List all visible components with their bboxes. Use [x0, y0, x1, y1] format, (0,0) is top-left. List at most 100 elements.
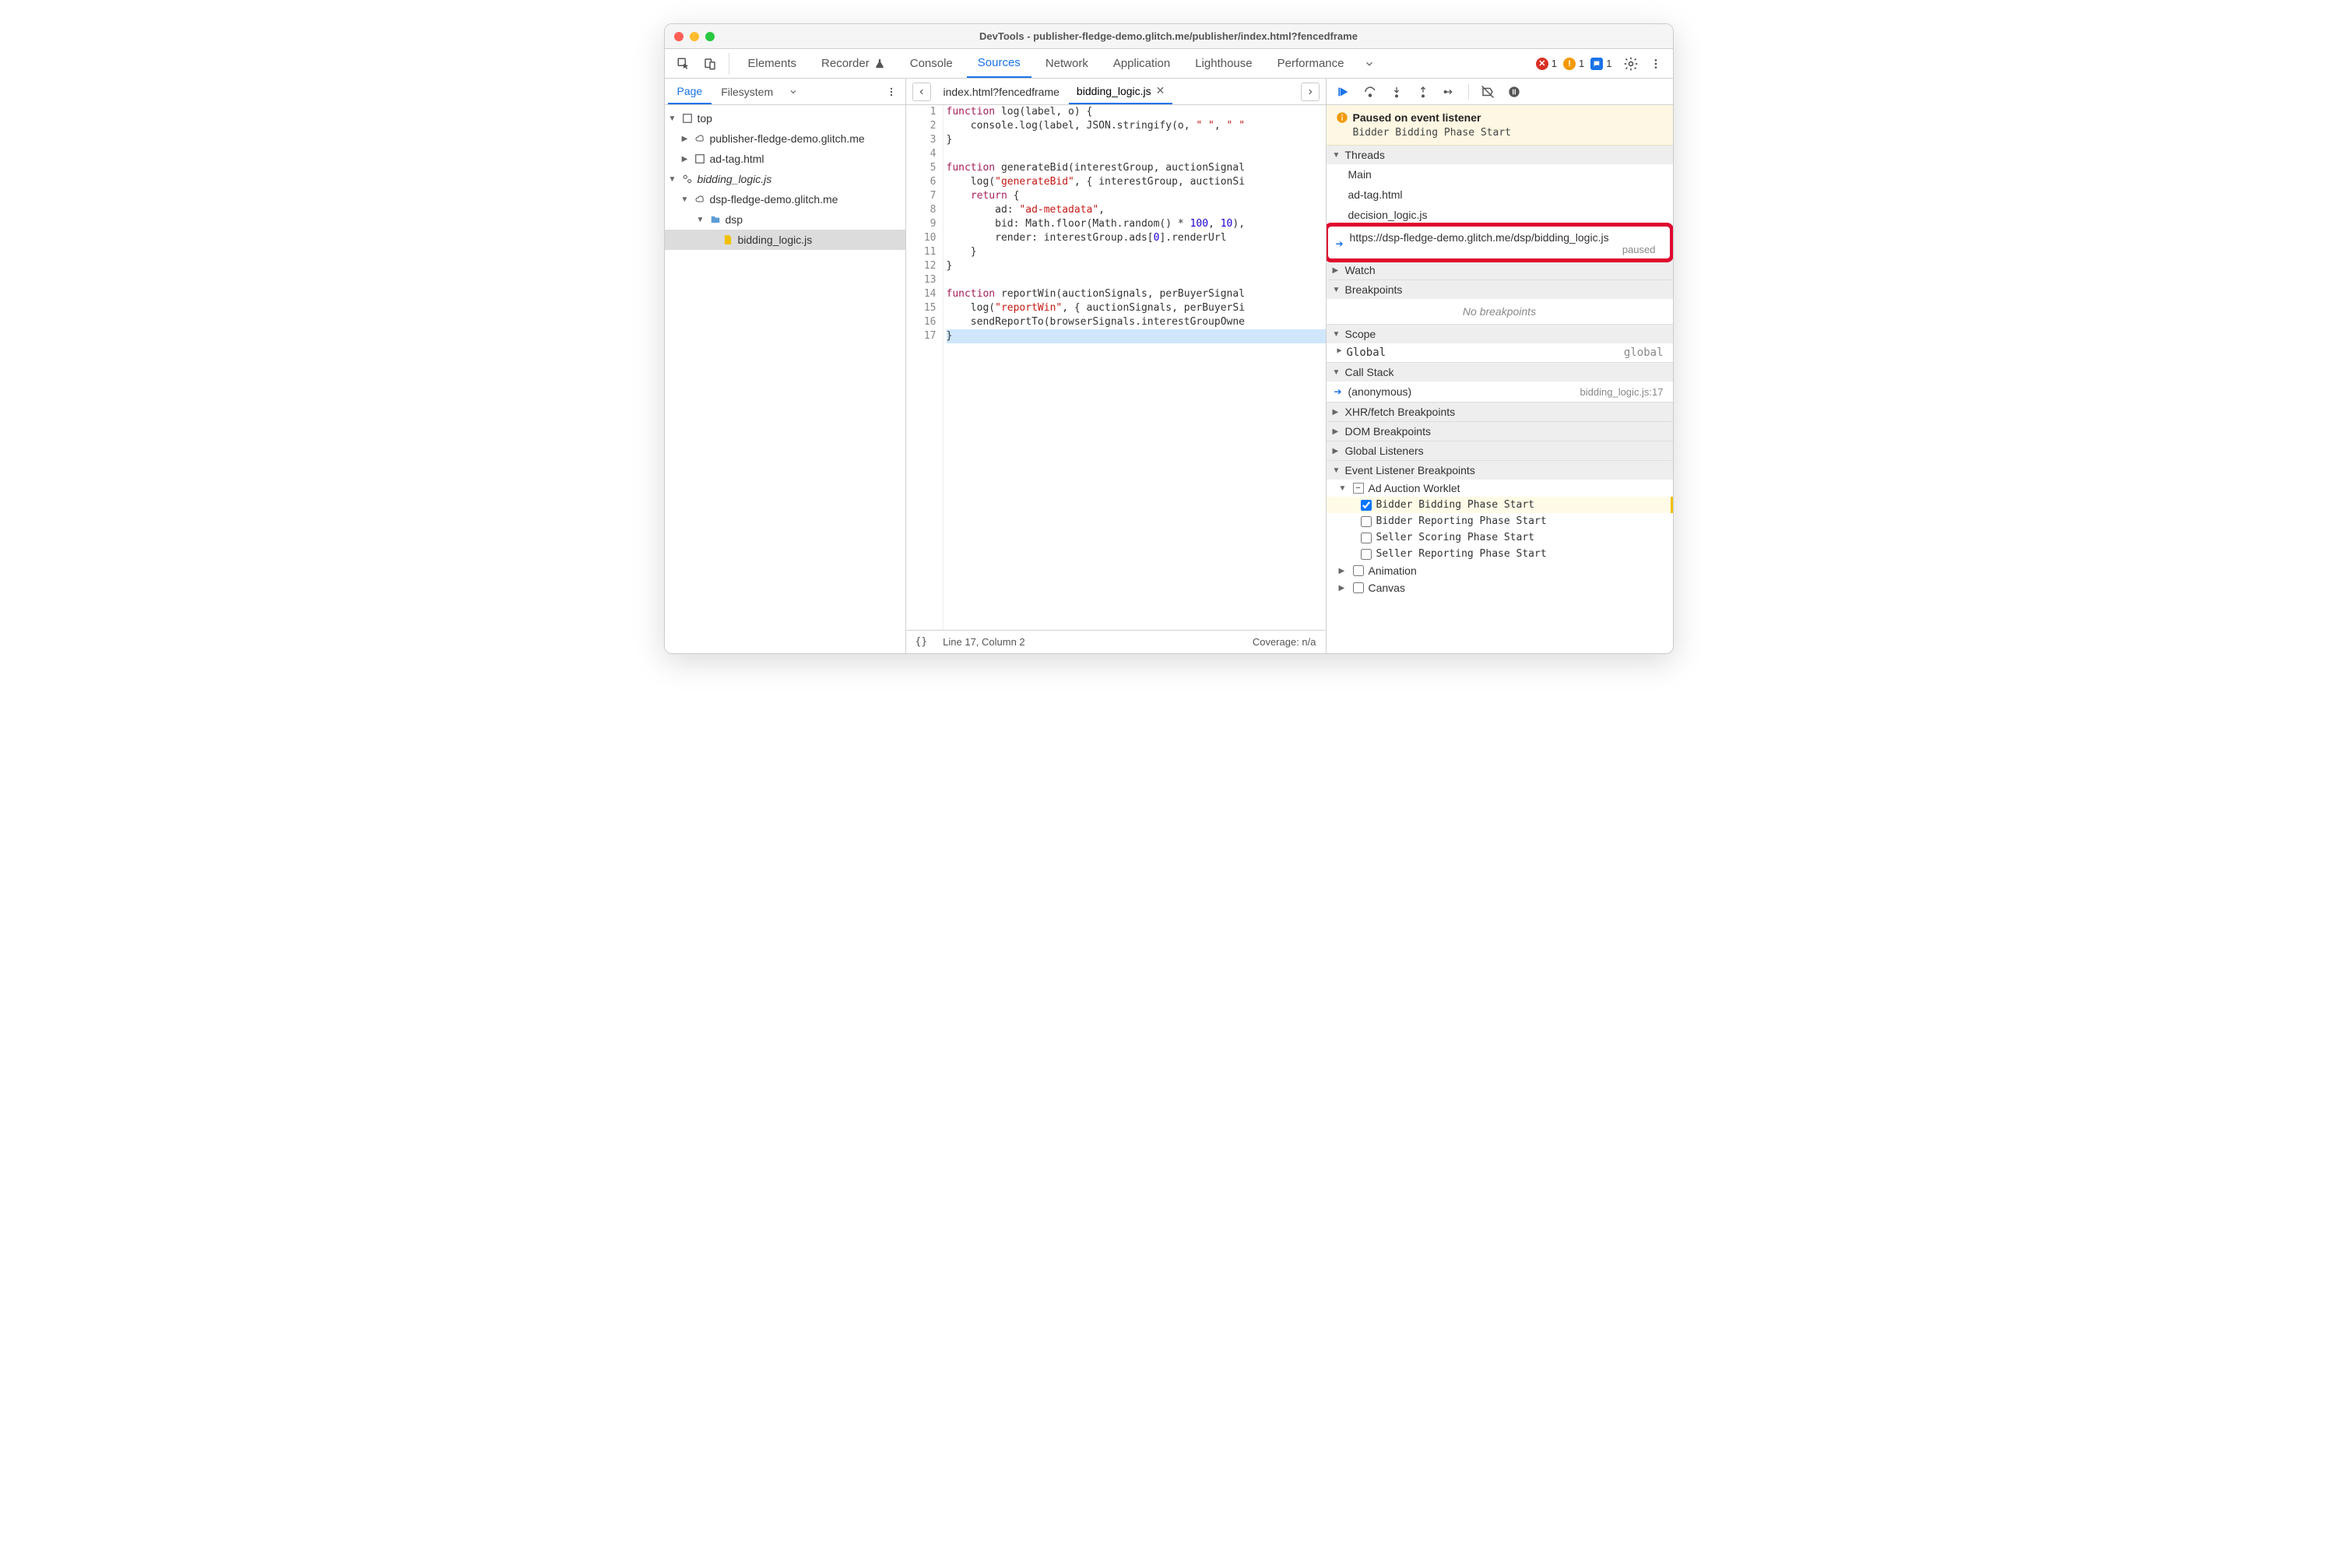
- srps-checkbox[interactable]: [1361, 549, 1372, 560]
- cloud-icon: [693, 192, 707, 206]
- animation-checkbox[interactable]: [1353, 565, 1364, 576]
- bbps-checkbox[interactable]: [1361, 500, 1372, 511]
- message-count-badge[interactable]: 1: [1590, 58, 1611, 70]
- pause-on-exceptions-button[interactable]: [1505, 83, 1523, 101]
- nav-more-tabs-icon[interactable]: [782, 81, 804, 103]
- settings-icon[interactable]: [1620, 53, 1642, 75]
- nav-kebab-icon[interactable]: [880, 81, 902, 103]
- inspect-element-icon[interactable]: [673, 53, 694, 75]
- error-count-badge[interactable]: ✕ 1: [1536, 58, 1557, 70]
- nav-tab-filesystem[interactable]: Filesystem: [712, 79, 782, 104]
- device-toggle-icon[interactable]: [699, 53, 721, 75]
- thread-main[interactable]: Main: [1327, 164, 1673, 185]
- paused-message: Bidder Bidding Phase Start: [1336, 124, 1664, 139]
- gears-icon: [680, 172, 694, 186]
- dom-breakpoints-header[interactable]: ▶DOM Breakpoints: [1327, 422, 1673, 441]
- tab-console[interactable]: Console: [899, 49, 964, 78]
- tab-lighthouse[interactable]: Lighthouse: [1184, 49, 1263, 78]
- brps-checkbox[interactable]: [1361, 516, 1372, 527]
- navigator-tabs: Page Filesystem: [665, 79, 905, 105]
- editor-status-bar: {} Line 17, Column 2 Coverage: n/a: [906, 630, 1326, 653]
- elb-bbps[interactable]: Bidder Bidding Phase Start: [1327, 497, 1673, 513]
- tree-ad-tag[interactable]: ▶ ad-tag.html: [665, 149, 905, 169]
- nav-tab-page[interactable]: Page: [668, 79, 712, 104]
- callstack-header[interactable]: ▼Call Stack: [1327, 363, 1673, 381]
- scope-global[interactable]: ▶Global global: [1327, 343, 1673, 362]
- highlighted-thread-box: ➔ https://dsp-fledge-demo.glitch.me/dsp/…: [1328, 227, 1670, 258]
- elb-canvas[interactable]: ▶ Canvas: [1327, 579, 1673, 596]
- canvas-checkbox[interactable]: [1353, 582, 1364, 593]
- pretty-print-icon[interactable]: {}: [915, 636, 928, 648]
- warning-icon: !: [1563, 58, 1576, 70]
- thread-current[interactable]: ➔ https://dsp-fledge-demo.glitch.me/dsp/…: [1328, 227, 1670, 258]
- close-tab-icon[interactable]: ✕: [1156, 84, 1165, 97]
- minimize-window-button[interactable]: [690, 32, 699, 41]
- event-listener-breakpoints-header[interactable]: ▼Event Listener Breakpoints: [1327, 461, 1673, 480]
- window-title: DevTools - publisher-fledge-demo.glitch.…: [665, 30, 1673, 42]
- close-window-button[interactable]: [674, 32, 684, 41]
- warning-count-badge[interactable]: ! 1: [1563, 58, 1584, 70]
- frame-icon: [680, 111, 694, 125]
- file-tab-bar: index.html?fencedframe bidding_logic.js …: [906, 79, 1326, 105]
- callstack-frame[interactable]: ➔ (anonymous) bidding_logic.js:17: [1327, 381, 1673, 402]
- elb-animation[interactable]: ▶ Animation: [1327, 562, 1673, 579]
- current-frame-marker-icon: ➔: [1334, 386, 1342, 397]
- devtools-window: DevTools - publisher-fledge-demo.glitch.…: [664, 23, 1674, 654]
- js-file-icon: [721, 233, 735, 247]
- cloud-icon: [693, 132, 707, 146]
- elb-srps[interactable]: Seller Reporting Phase Start: [1327, 546, 1673, 562]
- thread-adtag[interactable]: ad-tag.html: [1327, 185, 1673, 205]
- step-button[interactable]: [1440, 83, 1459, 101]
- folder-icon: [708, 213, 722, 227]
- cursor-position: Line 17, Column 2: [943, 636, 1025, 648]
- more-tabs-icon[interactable]: [1358, 53, 1380, 75]
- tab-network[interactable]: Network: [1035, 49, 1099, 78]
- file-tree: ▼ top ▶ publisher-fledge-demo.glitch.me …: [665, 105, 905, 653]
- elb-ssps[interactable]: Seller Scoring Phase Start: [1327, 529, 1673, 546]
- file-tab-index[interactable]: index.html?fencedframe: [936, 79, 1067, 104]
- resume-button[interactable]: [1334, 83, 1353, 101]
- threads-section: ▼Threads Main ad-tag.html decision_logic…: [1327, 146, 1673, 261]
- tree-worklet[interactable]: ▼ bidding_logic.js: [665, 169, 905, 189]
- kebab-menu-icon[interactable]: [1645, 53, 1667, 75]
- global-listeners-header[interactable]: ▶Global Listeners: [1327, 441, 1673, 460]
- breakpoints-header[interactable]: ▼Breakpoints: [1327, 280, 1673, 299]
- debugger-panel: Paused on event listener Bidder Bidding …: [1327, 79, 1673, 653]
- nav-back-button[interactable]: [912, 83, 931, 101]
- error-icon: ✕: [1536, 58, 1548, 70]
- tab-performance[interactable]: Performance: [1267, 49, 1355, 78]
- file-tab-bidding[interactable]: bidding_logic.js ✕: [1069, 79, 1172, 104]
- navigator-panel: Page Filesystem ▼ top ▶: [665, 79, 906, 653]
- paused-banner: Paused on event listener Bidder Bidding …: [1327, 105, 1673, 146]
- step-into-button[interactable]: [1387, 83, 1406, 101]
- main-tab-bar: Elements Recorder Console Sources Networ…: [665, 49, 1673, 79]
- message-icon: [1590, 58, 1603, 70]
- thread-decision[interactable]: decision_logic.js: [1327, 205, 1673, 225]
- code-editor[interactable]: 1234567891011121314151617 function log(l…: [906, 105, 1326, 630]
- threads-header[interactable]: ▼Threads: [1327, 146, 1673, 164]
- tab-elements[interactable]: Elements: [737, 49, 808, 78]
- tab-application[interactable]: Application: [1102, 49, 1181, 78]
- nav-forward-button[interactable]: [1301, 83, 1320, 101]
- ssps-checkbox[interactable]: [1361, 533, 1372, 543]
- deactivate-breakpoints-button[interactable]: [1478, 83, 1497, 101]
- step-over-button[interactable]: [1361, 83, 1379, 101]
- paused-title: Paused on event listener: [1353, 111, 1481, 124]
- tab-sources[interactable]: Sources: [967, 49, 1031, 78]
- tree-bidding-logic-file[interactable]: bidding_logic.js: [665, 230, 905, 250]
- watch-header[interactable]: ▶Watch: [1327, 261, 1673, 279]
- tree-dsp-folder[interactable]: ▼ dsp: [665, 209, 905, 230]
- xhr-breakpoints-header[interactable]: ▶XHR/fetch Breakpoints: [1327, 403, 1673, 421]
- tree-publisher-domain[interactable]: ▶ publisher-fledge-demo.glitch.me: [665, 128, 905, 149]
- elb-brps[interactable]: Bidder Reporting Phase Start: [1327, 513, 1673, 529]
- scope-header[interactable]: ▼Scope: [1327, 325, 1673, 343]
- editor-panel: index.html?fencedframe bidding_logic.js …: [906, 79, 1327, 653]
- step-out-button[interactable]: [1414, 83, 1432, 101]
- elb-ad-auction[interactable]: ▼ − Ad Auction Worklet: [1327, 480, 1673, 497]
- minus-checkbox-icon[interactable]: −: [1353, 483, 1364, 494]
- tab-recorder[interactable]: Recorder: [810, 49, 896, 78]
- tree-top[interactable]: ▼ top: [665, 108, 905, 128]
- tree-dsp-domain[interactable]: ▼ dsp-fledge-demo.glitch.me: [665, 189, 905, 209]
- maximize-window-button[interactable]: [705, 32, 715, 41]
- debugger-toolbar: [1327, 79, 1673, 105]
